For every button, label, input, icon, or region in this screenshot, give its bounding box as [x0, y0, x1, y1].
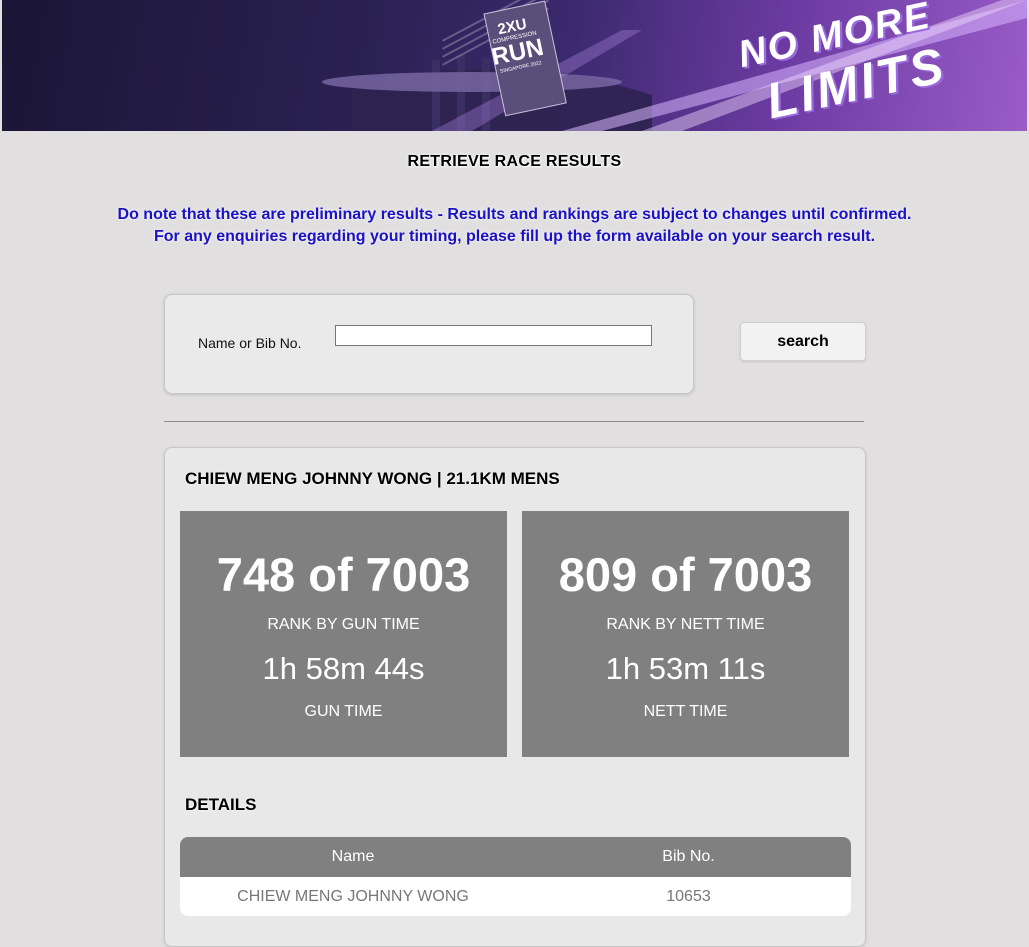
gun-rank: 748 of 7003: [216, 548, 471, 601]
cell-bib-number: 10653: [666, 888, 711, 905]
section-divider: [164, 421, 864, 422]
nett-time-label: NETT TIME: [643, 703, 728, 720]
nett-rank: 809 of 7003: [558, 548, 813, 601]
gun-time-box: 748 of 7003 RANK BY GUN TIME 1h 58m 44s …: [180, 511, 507, 757]
search-input[interactable]: [335, 325, 652, 346]
table-row: CHIEW MENG JOHNNY WONG 10653: [180, 877, 851, 916]
event-banner: 2XU COMPRESSION RUN SINGAPORE 2022 NO MO…: [2, 0, 1027, 131]
page-title: RETRIEVE RACE RESULTS: [407, 153, 622, 170]
column-header-bib: Bib No.: [662, 848, 715, 865]
runner-heading: CHIEW MENG JOHNNY WONG | 21.1KM MENS: [185, 469, 560, 488]
details-heading: DETAILS: [185, 795, 257, 814]
notice-line-1: Do note that these are preliminary resul…: [117, 206, 912, 223]
search-button[interactable]: search: [740, 322, 866, 361]
table-header: Name Bib No.: [180, 837, 851, 877]
nett-time: 1h 53m 11s: [605, 651, 766, 686]
cell-runner-name: CHIEW MENG JOHNNY WONG: [237, 888, 469, 905]
gun-time: 1h 58m 44s: [262, 651, 425, 686]
search-label: Name or Bib No.: [198, 335, 302, 351]
gun-time-label: GUN TIME: [304, 703, 383, 720]
nett-time-box: 809 of 7003 RANK BY NETT TIME 1h 53m 11s…: [522, 511, 849, 757]
search-panel: Name or Bib No.: [164, 294, 694, 394]
details-table: Name Bib No. CHIEW MENG JOHNNY WONG 1065…: [180, 837, 851, 916]
notice-line-2: For any enquiries regarding your timing,…: [153, 228, 876, 245]
result-card: CHIEW MENG JOHNNY WONG | 21.1KM MENS 748…: [164, 447, 866, 947]
gun-rank-label: RANK BY GUN TIME: [267, 616, 420, 633]
column-header-name: Name: [331, 848, 375, 865]
nett-rank-label: RANK BY NETT TIME: [606, 616, 765, 633]
